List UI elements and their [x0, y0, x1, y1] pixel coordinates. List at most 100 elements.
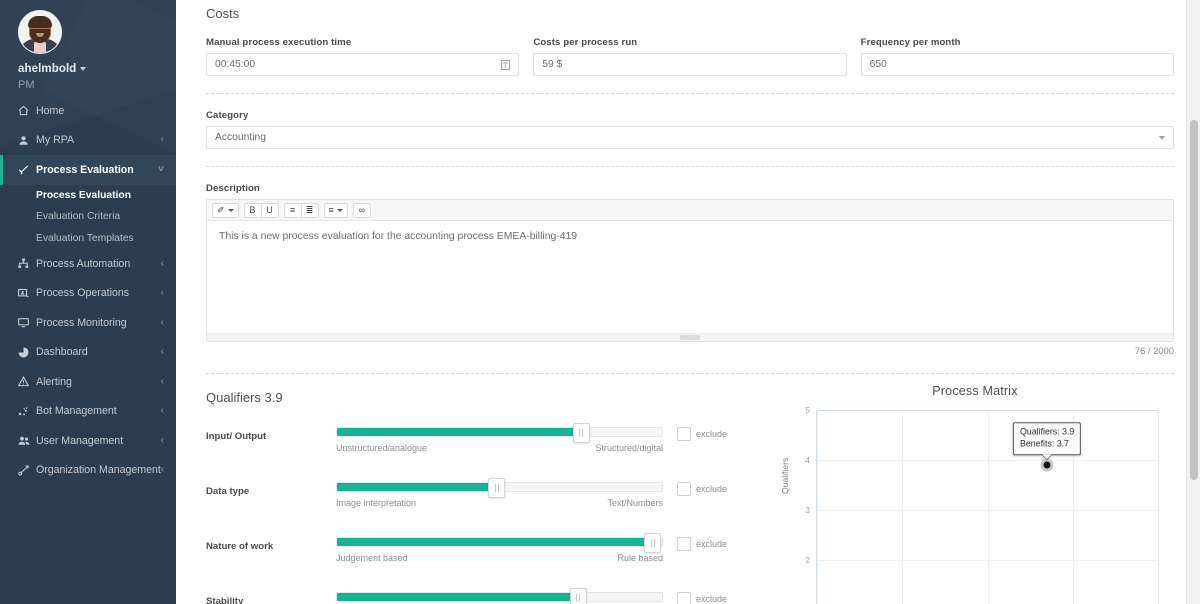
- field-label: Description: [206, 183, 260, 194]
- sidebar-item-process-monitoring[interactable]: Process Monitoring ‹: [0, 308, 176, 338]
- numbered-list-button[interactable]: ≣: [300, 202, 319, 218]
- slider-row-data-type: Data type Image interpretation Text/Number…: [206, 478, 766, 515]
- slider-fill: [337, 538, 653, 546]
- sidebar-subitem-evaluation-templates[interactable]: Evaluation Templates: [0, 228, 176, 250]
- profile-name[interactable]: ahelmbold: [18, 63, 176, 75]
- category-select[interactable]: Accounting: [206, 126, 1174, 149]
- exclude-checkbox[interactable]: [677, 427, 691, 441]
- sidebar-item-organization-management[interactable]: Organization Management ‹: [0, 456, 176, 486]
- field-costs-per-process-run: Costs per process run 59 $: [533, 37, 847, 76]
- sidebar-subitem-evaluation-criteria[interactable]: Evaluation Criteria: [0, 206, 176, 228]
- chevron-left-icon[interactable]: ‹: [161, 317, 164, 328]
- bold-button[interactable]: B: [243, 202, 262, 218]
- slider-track[interactable]: [336, 423, 663, 443]
- manual-process-execution-time-input[interactable]: 00:45:00: [206, 53, 520, 76]
- chart-plot-area: Qualifiers: 3.9 Benefits: 3.7: [816, 410, 1159, 604]
- underline-button[interactable]: U: [260, 202, 279, 218]
- bot-icon: [18, 406, 36, 417]
- exclude-control[interactable]: exclude: [677, 537, 727, 551]
- slider-row-stability: Stability exclude: [206, 588, 766, 604]
- chevron-down-icon[interactable]: [1159, 135, 1165, 140]
- slider-label: Stability: [206, 596, 244, 604]
- description-textarea[interactable]: This is a new process evaluation for the…: [207, 221, 1173, 333]
- sidebar-item-process-automation[interactable]: Process Automation ‹: [0, 249, 176, 279]
- chevron-left-icon[interactable]: ‹: [161, 288, 164, 298]
- link-button[interactable]: ∞: [352, 202, 371, 218]
- slider-endpoints: Judgement based Rule based: [336, 553, 663, 563]
- profile-name-text: ahelmbold: [18, 63, 77, 75]
- format-style-button[interactable]: ✐: [212, 202, 239, 218]
- exclude-checkbox[interactable]: [677, 537, 691, 551]
- chart-data-point[interactable]: [1040, 458, 1054, 472]
- slider-control[interactable]: Judgement based Rule based: [336, 533, 663, 563]
- chevron-left-icon[interactable]: ‹: [161, 406, 164, 416]
- clock-picker-icon[interactable]: [501, 59, 511, 70]
- chevron-down-icon[interactable]: [80, 66, 87, 71]
- vertical-scrollbar[interactable]: [1186, 0, 1200, 604]
- toolbar-group: ∞: [352, 202, 371, 218]
- chevron-down-icon[interactable]: [227, 208, 234, 212]
- chart-gridline-vertical: [902, 410, 904, 604]
- chevron-left-icon[interactable]: ‹: [161, 347, 164, 357]
- chevron-left-icon[interactable]: ‹: [161, 465, 164, 475]
- chevron-left-icon[interactable]: ‹: [161, 376, 164, 387]
- slider-track[interactable]: [336, 478, 663, 498]
- chart-gridline-vertical: [1158, 410, 1159, 604]
- slider-fill: [337, 428, 581, 436]
- slider-handle[interactable]: [569, 588, 587, 604]
- resize-grip[interactable]: [680, 335, 700, 340]
- slider-control[interactable]: [336, 588, 663, 604]
- profile-role: PM: [18, 79, 35, 91]
- slider-handle[interactable]: [644, 533, 662, 553]
- profile-block[interactable]: ahelmbold PM: [0, 0, 176, 96]
- sidebar-item-home[interactable]: Home: [0, 96, 176, 126]
- sidebar-item-alerting[interactable]: Alerting ‹: [0, 367, 176, 397]
- chevron-left-icon[interactable]: ‹: [161, 435, 164, 446]
- sidebar-item-bot-management[interactable]: Bot Management ‹: [0, 397, 176, 427]
- exclude-control[interactable]: exclude: [677, 592, 727, 604]
- costs-per-process-run-input[interactable]: 59 $: [533, 53, 847, 76]
- chevron-left-icon[interactable]: ‹: [161, 258, 164, 269]
- slider-endpoint-left: Image interpretation: [336, 498, 417, 508]
- chevron-down-icon[interactable]: [336, 208, 343, 212]
- input-value: 00:45:00: [215, 59, 256, 70]
- link-icon: ∞: [358, 205, 366, 215]
- costs-section-title: Costs: [206, 6, 240, 21]
- users-icon: [18, 435, 36, 446]
- sidebar-item-my-rpa[interactable]: My RPA ‹: [0, 126, 176, 156]
- slider-handle[interactable]: [488, 478, 506, 498]
- exclude-control[interactable]: exclude: [677, 427, 727, 441]
- slider-endpoints: Unstructured/analogue Structured/digital: [336, 443, 663, 453]
- field-label: Costs per process run: [533, 37, 638, 48]
- editor-resize-bar[interactable]: [207, 333, 1173, 341]
- exclude-checkbox[interactable]: [677, 482, 691, 496]
- sidebar-item-user-management[interactable]: User Management ‹: [0, 426, 176, 456]
- sidebar-subnav: Process Evaluation Evaluation Criteria Eva…: [0, 184, 176, 250]
- slider-control[interactable]: Unstructured/analogue Structured/digital: [336, 423, 663, 453]
- slider-track[interactable]: [336, 533, 663, 553]
- sidebar-item-dashboard[interactable]: Dashboard ‹: [0, 338, 176, 368]
- slider-endpoint-right: Text/Numbers: [607, 498, 663, 508]
- chevron-down-icon[interactable]: ˅: [158, 164, 164, 175]
- scrollbar-thumb[interactable]: [1190, 120, 1198, 480]
- frequency-per-month-input[interactable]: 650: [860, 53, 1174, 76]
- toolbar-group: ✐: [212, 202, 239, 218]
- underline-icon: U: [266, 205, 273, 215]
- sidebar-item-label: Process Evaluation: [36, 163, 134, 176]
- operations-icon: [18, 288, 36, 299]
- chevron-left-icon[interactable]: ‹: [161, 135, 164, 145]
- slider-handle[interactable]: [572, 423, 590, 443]
- sidebar-item-process-operations[interactable]: Process Operations ‹: [0, 279, 176, 309]
- description-field: Description ✐ B U ≡ ≣ ≡ ∞ This is a new proces…: [206, 183, 1174, 356]
- exclude-control[interactable]: exclude: [677, 482, 727, 496]
- slider-fill: [337, 483, 497, 491]
- sidebar-subitem-process-evaluation[interactable]: Process Evaluation: [0, 185, 176, 207]
- bullet-list-button[interactable]: ≡: [283, 202, 302, 218]
- sidebar-item-label: Process Operations: [36, 287, 130, 300]
- field-label: Category: [206, 110, 249, 121]
- slider-track[interactable]: [336, 588, 663, 604]
- exclude-checkbox[interactable]: [677, 592, 691, 604]
- sidebar-item-process-evaluation[interactable]: Process Evaluation ˅: [0, 155, 176, 185]
- align-button[interactable]: ≡: [323, 202, 348, 218]
- slider-control[interactable]: Image interpretation Text/Numbers: [336, 478, 663, 508]
